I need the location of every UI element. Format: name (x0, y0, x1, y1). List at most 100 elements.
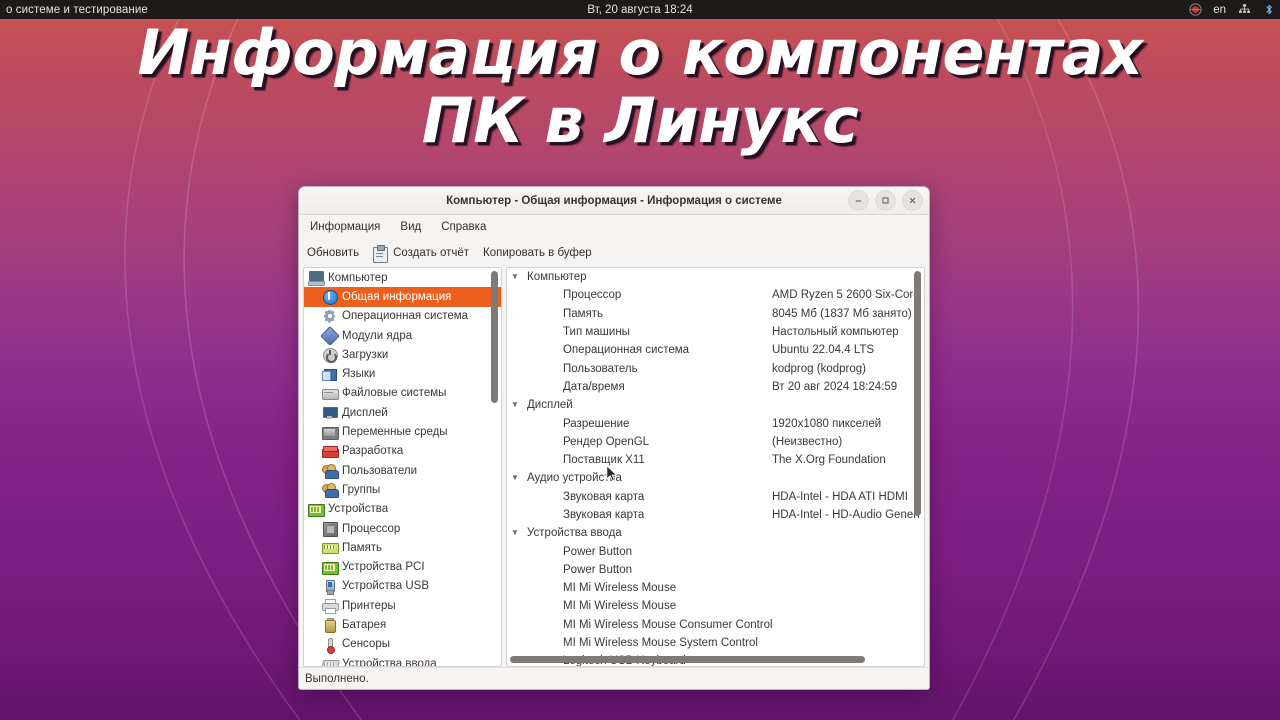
sidebar-vertical-scrollbar[interactable] (490, 271, 499, 663)
detail-vertical-scrollbar[interactable] (913, 271, 922, 663)
sidebar-item-8[interactable]: Переменные среды (304, 422, 501, 441)
toolbar-refresh-label: Обновить (307, 247, 360, 259)
detail-row-12[interactable]: Звуковая карта HDA-Intel - HDA ATI HDMI (507, 488, 924, 506)
sidebar-item-10[interactable]: Пользователи (304, 461, 501, 480)
menu-view[interactable]: Вид (397, 219, 424, 235)
detail-horizontal-scrollbar[interactable] (510, 655, 921, 664)
menu-help[interactable]: Справка (438, 219, 489, 235)
window-controls (848, 190, 923, 211)
detail-row-value: Вт 20 авг 2024 18:24:59 (772, 380, 898, 393)
ram-icon (322, 540, 339, 555)
detail-row-3[interactable]: Тип машины Настольный компьютер (507, 323, 924, 341)
chevron-down-icon[interactable]: ▼ (507, 401, 523, 409)
sidebar-item-12[interactable]: Устройства (304, 500, 501, 519)
sidebar-item-4[interactable]: Загрузки (304, 345, 501, 364)
sidebar-item-16[interactable]: Устройства USB (304, 577, 501, 596)
status-text: Выполнено. (305, 672, 369, 685)
top-panel-clock[interactable]: Вт, 20 августа 18:24 (0, 4, 1280, 16)
bluetooth-icon[interactable] (1262, 3, 1276, 17)
sidebar-scroll-thumb[interactable] (491, 271, 498, 403)
sidebar-tree: Компьютер Общая информация Операционная си… (304, 268, 501, 666)
close-button[interactable] (902, 190, 923, 211)
sidebar-item-15[interactable]: Устройства PCI (304, 557, 501, 576)
keyboard-layout-indicator[interactable]: en (1213, 4, 1226, 16)
detail-tree: ▼ Компьютер Процессор AMD Ryzen 5 2600 Six-… (507, 268, 924, 666)
sidebar-item-19[interactable]: Сенсоры (304, 635, 501, 654)
sidebar-item-20[interactable]: Устройства ввода (304, 654, 501, 666)
detail-scroll-thumb[interactable] (914, 271, 921, 516)
sidebar-item-9[interactable]: Разработка (304, 442, 501, 461)
detail-row-label: Поставщик X11 (563, 454, 645, 467)
detail-row-0[interactable]: ▼ Компьютер (507, 268, 924, 286)
chevron-down-icon[interactable]: ▼ (507, 474, 523, 482)
sidebar-item-11[interactable]: Группы (304, 480, 501, 499)
sensor-icon (322, 637, 337, 654)
maximize-button[interactable] (875, 190, 896, 211)
sidebar-item-label: Операционная система (342, 310, 469, 323)
page-title-line-2: ПК в Линукс (421, 84, 859, 157)
sidebar-item-label: Пользователи (342, 464, 418, 477)
sidebar-item-18[interactable]: Батарея (304, 615, 501, 634)
detail-row-18[interactable]: MI Mi Wireless Mouse (507, 597, 924, 615)
page-title-line-1: Информация о компонентах (137, 16, 1143, 89)
detail-row-value: The X.Org Foundation (772, 454, 886, 467)
desktop-screen: о системе и тестирование Вт, 20 августа … (0, 0, 1280, 720)
battery-icon (322, 617, 337, 634)
chevron-down-icon[interactable]: ▼ (507, 529, 523, 537)
sidebar-item-7[interactable]: Дисплей (304, 403, 501, 422)
sidebar-item-0[interactable]: Компьютер (304, 268, 501, 287)
sidebar-item-2[interactable]: Операционная система (304, 307, 501, 326)
detail-hscroll-thumb[interactable] (510, 656, 865, 663)
detail-row-8[interactable]: Разрешение 1920x1080 пикселей (507, 414, 924, 432)
detail-row-4[interactable]: Операционная система Ubuntu 22.04.4 LTS (507, 341, 924, 359)
devices-icon (308, 502, 325, 517)
sidebar-item-label: Устройства PCI (342, 561, 425, 574)
detail-row-11[interactable]: ▼ Аудио устройства (507, 469, 924, 487)
detail-row-7[interactable]: ▼ Дисплей (507, 396, 924, 414)
window-title: Компьютер - Общая информация - Информаци… (446, 194, 782, 207)
sidebar-item-label: Устройства USB (342, 580, 430, 593)
power-icon (322, 347, 338, 364)
minimize-button[interactable] (848, 190, 869, 211)
detail-row-value: 1920x1080 пикселей (772, 417, 882, 430)
detail-row-label: MI Mi Wireless Mouse (563, 600, 677, 613)
detail-row-label: MI Mi Wireless Mouse (563, 582, 677, 595)
top-panel-left-label[interactable]: о системе и тестирование (0, 4, 148, 16)
sidebar-item-5[interactable]: Языки (304, 364, 501, 383)
menu-information[interactable]: Информация (307, 219, 383, 235)
detail-row-2[interactable]: Память 8045 Мб (1837 Мб занято) (507, 305, 924, 323)
detail-row-value: kodprog (kodprog) (772, 362, 866, 375)
detail-row-5[interactable]: Пользователь kodprog (kodprog) (507, 359, 924, 377)
toolbar-refresh[interactable]: Обновить (307, 247, 359, 259)
detail-row-16[interactable]: Power Button (507, 561, 924, 579)
sidebar-item-label: Языки (342, 368, 376, 381)
detail-row-19[interactable]: MI Mi Wireless Mouse Consumer Control (507, 616, 924, 634)
system-info-window: Компьютер - Общая информация - Информаци… (298, 186, 930, 690)
record-icon[interactable] (1188, 3, 1202, 17)
window-menubar: Информация Вид Справка (299, 215, 929, 239)
sidebar-item-13[interactable]: Процессор (304, 519, 501, 538)
sidebar-item-3[interactable]: Модули ядра (304, 326, 501, 346)
detail-row-15[interactable]: Power Button (507, 542, 924, 560)
window-titlebar[interactable]: Компьютер - Общая информация - Информаци… (299, 187, 929, 215)
sidebar-item-14[interactable]: Память (304, 538, 501, 557)
sidebar-item-label: Загрузки (342, 348, 389, 361)
toolbar-copy-to-clipboard[interactable]: Копировать в буфер (483, 247, 592, 259)
chevron-down-icon[interactable]: ▼ (507, 273, 523, 281)
detail-row-20[interactable]: MI Mi Wireless Mouse System Control (507, 634, 924, 652)
toolbar-create-report[interactable]: Создать отчёт (373, 245, 469, 263)
detail-row-14[interactable]: ▼ Устройства ввода (507, 524, 924, 542)
network-icon[interactable] (1237, 3, 1251, 17)
sidebar-item-6[interactable]: Файловые системы (304, 384, 501, 403)
sidebar-item-1[interactable]: Общая информация (304, 287, 501, 307)
users-icon (322, 463, 339, 480)
sidebar-item-label: Общая информация (342, 290, 452, 303)
detail-row-6[interactable]: Дата/время Вт 20 авг 2024 18:24:59 (507, 378, 924, 396)
detail-row-17[interactable]: MI Mi Wireless Mouse (507, 579, 924, 597)
sidebar-item-17[interactable]: Принтеры (304, 596, 501, 615)
detail-row-1[interactable]: Процессор AMD Ryzen 5 2600 Six-Core I (507, 286, 924, 304)
detail-row-10[interactable]: Поставщик X11 The X.Org Foundation (507, 451, 924, 469)
detail-row-13[interactable]: Звуковая карта HDA-Intel - HD-Audio Gener… (507, 506, 924, 524)
detail-row-9[interactable]: Рендер OpenGL (Неизвестно) (507, 433, 924, 451)
detail-row-label: Тип машины (563, 326, 630, 339)
